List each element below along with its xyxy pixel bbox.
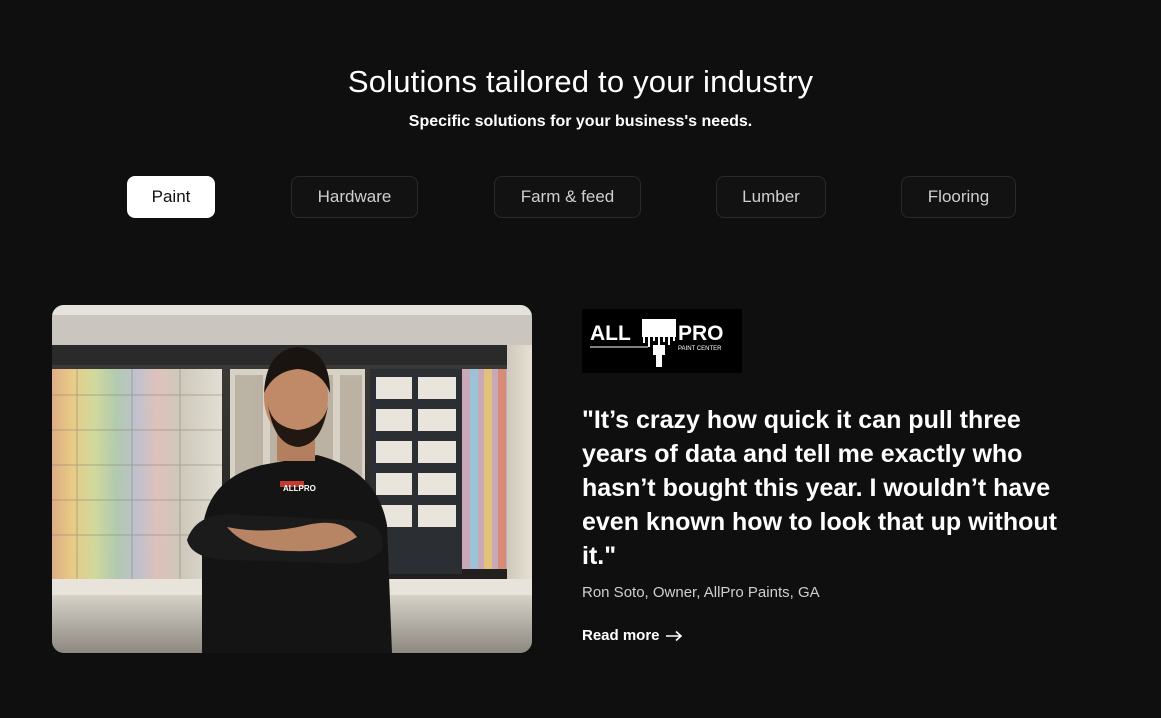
tab-hardware[interactable]: Hardware xyxy=(291,176,418,218)
allpro-logo: ALL PRO PAINT CENTER xyxy=(582,309,742,373)
logo-left-text: ALL xyxy=(590,322,631,345)
testimonial-photo: ALLPRO xyxy=(52,305,532,653)
section-subtitle: Specific solutions for your business's n… xyxy=(408,113,753,130)
tab-label: Flooring xyxy=(927,187,990,206)
tab-farm-feed[interactable]: Farm & feed xyxy=(494,176,641,218)
tab-lumber[interactable]: Lumber xyxy=(716,176,826,218)
tab-label: Paint xyxy=(151,187,191,206)
paint-brush-logo-icon: ALL PRO PAINT CENTER xyxy=(590,319,724,367)
tab-label: Farm & feed xyxy=(520,187,615,206)
logo-right-text: PRO xyxy=(678,322,724,345)
tab-label: Lumber xyxy=(742,187,800,206)
logo-tagline: PAINT CENTER xyxy=(678,346,722,352)
tab-label: Hardware xyxy=(317,187,392,206)
shirt-logo: ALLPRO xyxy=(283,484,316,493)
tab-flooring[interactable]: Flooring xyxy=(901,176,1016,218)
testimonial-attribution: Ron Soto, Owner, AllPro Paints, GA xyxy=(582,584,820,601)
read-more-label: Read more xyxy=(582,627,660,644)
arrow-right-icon xyxy=(665,630,682,641)
section-title: Solutions tailored to your industry xyxy=(347,64,814,99)
read-more-link[interactable]: Read more xyxy=(582,627,683,644)
store-owner-photo: ALLPRO xyxy=(52,305,532,653)
tab-paint[interactable]: Paint xyxy=(127,176,215,218)
testimonial-quote: "It’s crazy how quick it can pull three … xyxy=(582,406,1057,570)
